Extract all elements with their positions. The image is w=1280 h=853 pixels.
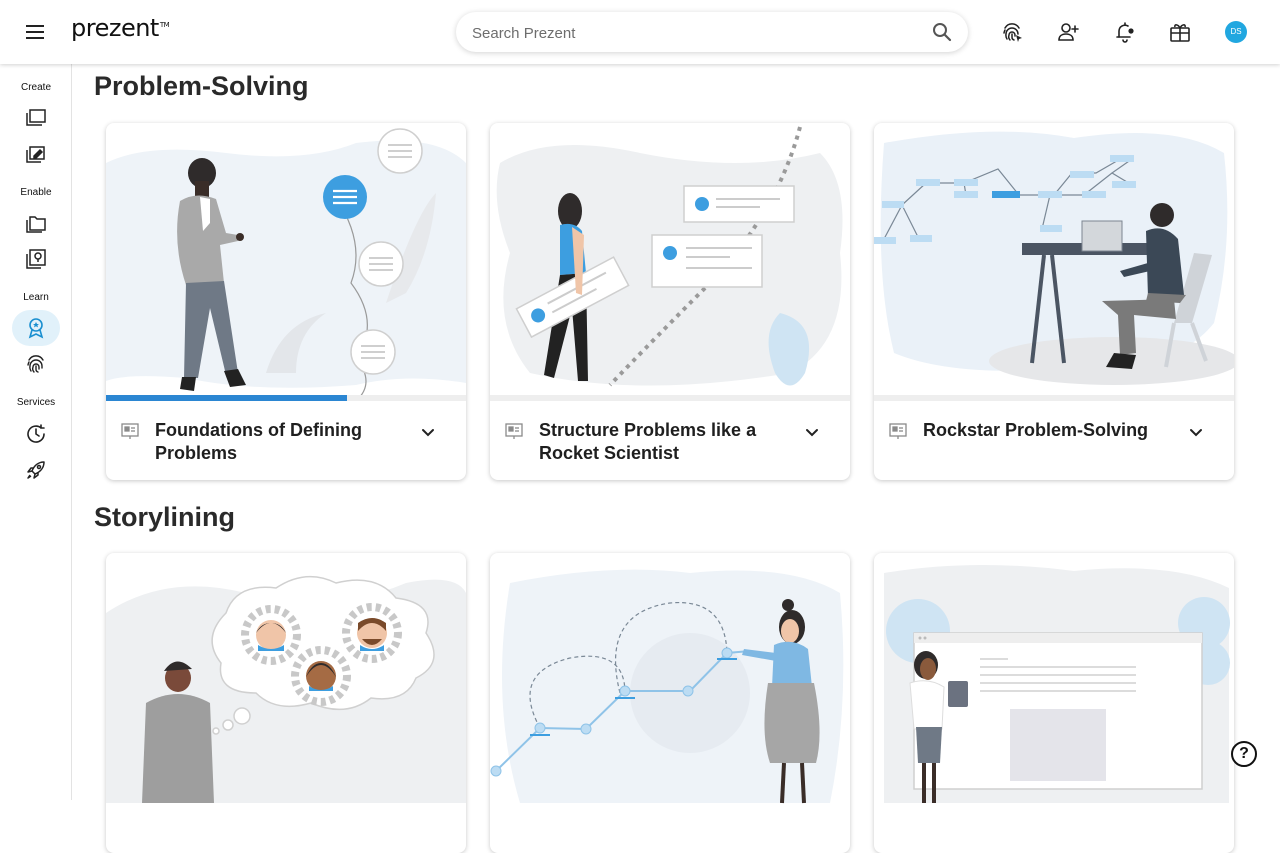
course-illustration — [884, 564, 1230, 803]
sidebar-section-services: Services — [16, 397, 56, 408]
course-title: Rockstar Problem-Solving — [923, 420, 1149, 440]
menu-icon[interactable] — [24, 22, 48, 42]
search-icon[interactable] — [932, 22, 952, 42]
course-illustration — [106, 128, 466, 401]
help-button[interactable]: ? — [1231, 741, 1257, 767]
prezent-logo[interactable]: prezentTM — [71, 14, 170, 42]
sidebar-section-enable: Enable — [20, 187, 52, 198]
gift-icon[interactable] — [1168, 20, 1192, 44]
sidebar-section-learn: Learn — [23, 292, 49, 303]
sidebar-section-create: Create — [20, 82, 51, 93]
search-input[interactable] — [472, 22, 912, 44]
folder-icon[interactable] — [24, 211, 48, 235]
slides-icon[interactable] — [24, 106, 48, 130]
course-card[interactable]: Foundations of Defining Problems — [106, 123, 466, 480]
award-ribbon-icon[interactable] — [24, 316, 48, 340]
course-title: Foundations of Defining Problems — [155, 420, 362, 463]
section-title-storylining: Storylining — [94, 502, 235, 532]
fingerprint-learn-icon[interactable] — [24, 352, 48, 376]
course-progress-bar — [874, 395, 1234, 401]
top-header: prezentTM DS — [0, 0, 1280, 64]
course-illustration — [106, 575, 466, 803]
search-bar — [456, 12, 968, 52]
course-illustration — [490, 569, 844, 804]
course-presentation-icon — [121, 423, 139, 439]
chevron-down-icon[interactable] — [418, 422, 438, 442]
section-title-problem-solving: Problem-Solving — [94, 71, 309, 101]
course-illustration — [496, 126, 843, 387]
add-user-icon[interactable] — [1056, 20, 1080, 44]
course-progress-bar — [106, 395, 466, 401]
course-progress-fill — [106, 395, 348, 401]
chevron-down-icon[interactable] — [802, 422, 822, 442]
clock-history-icon[interactable] — [24, 422, 48, 446]
course-card[interactable]: Rockstar Problem-Solving — [874, 123, 1234, 480]
course-illustration — [874, 131, 1234, 385]
course-card[interactable] — [490, 553, 850, 853]
rocket-icon[interactable] — [24, 458, 48, 482]
course-card[interactable] — [874, 553, 1234, 853]
left-sidebar: Create Enable Learn Services — [0, 64, 72, 800]
fingerprint-icon[interactable] — [1000, 20, 1024, 44]
chevron-down-icon[interactable] — [1186, 422, 1206, 442]
course-presentation-icon — [889, 423, 907, 439]
course-card[interactable] — [106, 553, 466, 853]
course-presentation-icon — [505, 423, 523, 439]
notification-bell-icon[interactable] — [1113, 20, 1137, 44]
course-title: Structure Problems like a Rocket Scienti… — [539, 420, 757, 463]
user-avatar[interactable]: DS — [1225, 21, 1247, 43]
template-lightbulb-icon[interactable] — [24, 247, 48, 271]
edit-presentation-icon[interactable] — [24, 142, 48, 166]
course-card[interactable]: Structure Problems like a Rocket Scienti… — [490, 123, 850, 480]
course-progress-bar — [490, 395, 850, 401]
